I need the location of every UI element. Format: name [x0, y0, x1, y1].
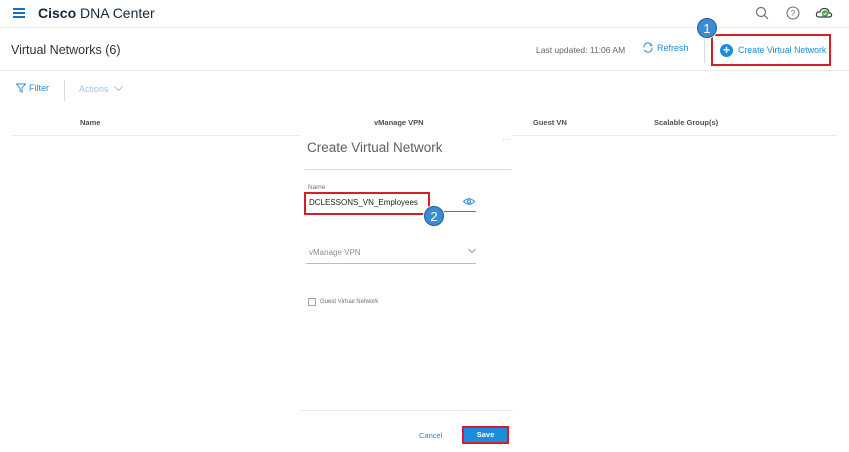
last-updated-text: Last updated: 11:06 AM — [536, 45, 626, 55]
column-header-vmanage-vpn[interactable]: vManage VPN — [374, 118, 424, 127]
app-title: Cisco DNA Center — [38, 5, 155, 21]
vmanage-vpn-placeholder: vManage VPN — [309, 248, 361, 257]
page-title: Virtual Networks (6) — [11, 43, 121, 57]
create-virtual-network-label: Create Virtual Network — [738, 45, 827, 55]
panel-title: Create Virtual Network — [307, 140, 443, 155]
top-bar: Cisco DNA Center ? — [0, 0, 849, 28]
filter-icon — [16, 83, 26, 93]
eye-icon[interactable] — [463, 197, 475, 206]
header-divider — [704, 37, 705, 63]
toolbar-divider — [64, 80, 65, 101]
table-header: Name vManage VPN Guest VN Scalable Group… — [12, 110, 837, 136]
actions-dropdown[interactable]: Actions — [79, 84, 123, 94]
cloud-status-icon[interactable] — [815, 4, 833, 22]
step-marker-1: 1 — [697, 18, 717, 38]
more-options-icon[interactable]: ··· — [502, 135, 510, 144]
name-field-highlight — [304, 192, 430, 215]
actions-label: Actions — [79, 84, 109, 94]
table-toolbar: Filter Actions — [0, 72, 849, 106]
guest-virtual-network-label: Guest Virtual Network — [320, 299, 379, 305]
page-header: Virtual Networks (6) Last updated: 11:06… — [0, 29, 849, 71]
panel-divider — [305, 169, 511, 170]
save-button[interactable]: Save — [462, 426, 509, 444]
brand-bold: Cisco — [38, 5, 77, 21]
svg-text:?: ? — [791, 9, 796, 18]
cancel-button[interactable]: Cancel — [419, 431, 442, 440]
name-input[interactable] — [309, 198, 426, 207]
guest-virtual-network-option[interactable]: Guest Virtual Network — [308, 298, 378, 306]
column-header-guest-vn[interactable]: Guest VN — [533, 118, 567, 127]
refresh-button[interactable]: Refresh — [642, 42, 689, 53]
search-icon[interactable] — [753, 4, 771, 22]
create-virtual-network-panel: Create Virtual Network ··· Name vManage … — [300, 135, 513, 452]
guest-virtual-network-checkbox[interactable] — [308, 298, 316, 306]
chevron-down-icon — [468, 248, 476, 254]
help-icon[interactable]: ? — [784, 4, 802, 22]
brand-rest: DNA Center — [80, 5, 155, 21]
vmanage-vpn-select[interactable]: vManage VPN — [306, 246, 476, 264]
panel-footer-divider — [300, 410, 513, 411]
filter-label: Filter — [29, 83, 49, 93]
chevron-down-icon — [113, 86, 123, 92]
column-header-name[interactable]: Name — [80, 118, 100, 127]
refresh-label: Refresh — [657, 42, 689, 53]
step-marker-2: 2 — [424, 206, 444, 226]
filter-button[interactable]: Filter — [16, 83, 49, 93]
column-header-scalable-groups[interactable]: Scalable Group(s) — [654, 118, 718, 127]
create-virtual-network-button[interactable]: + Create Virtual Network — [711, 34, 831, 66]
refresh-icon — [643, 42, 653, 53]
menu-icon[interactable] — [13, 8, 25, 18]
plus-circle-icon: + — [720, 43, 733, 57]
name-field-label: Name — [308, 184, 326, 191]
